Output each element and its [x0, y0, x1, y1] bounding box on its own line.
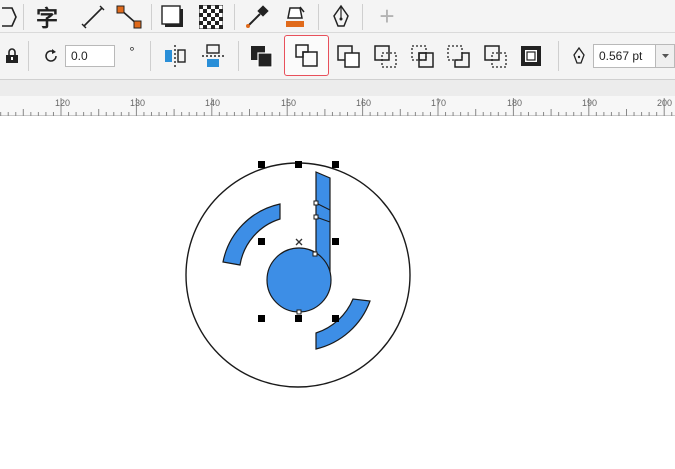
drop-shadow-icon: [161, 5, 183, 27]
connector-tool-button[interactable]: [113, 3, 145, 31]
checkerboard-icon: [199, 5, 223, 29]
weld-icon: [251, 46, 273, 68]
back-minus-front-button[interactable]: [443, 41, 475, 73]
toolbar-divider: [362, 4, 363, 30]
ruler-label: 150: [281, 98, 297, 108]
toolbar-divider: [234, 4, 235, 30]
ruler-label: 170: [431, 98, 447, 108]
boundary-icon: [484, 45, 507, 68]
toolbar-divider: [238, 41, 239, 71]
weld-button[interactable]: [245, 41, 279, 73]
intersect-button[interactable]: [333, 41, 365, 73]
workspace-gap: [0, 80, 675, 96]
drawing-canvas[interactable]: [0, 116, 675, 464]
note-head-circle[interactable]: [266, 247, 332, 313]
outline-boundary-icon: [521, 46, 541, 66]
path-node[interactable]: [312, 251, 318, 257]
selection-handle-bottom[interactable]: [295, 315, 302, 322]
path-node[interactable]: [296, 309, 302, 315]
ruler-label: 120: [55, 98, 71, 108]
connector-icon: [116, 5, 142, 29]
front-minus-back-icon: [411, 45, 434, 68]
mirror-vertical-icon: [202, 44, 224, 67]
toolbar-divider: [23, 4, 24, 30]
pen-nib-icon: [573, 47, 585, 64]
ruler-label: 200: [657, 98, 673, 108]
ruler-label: 130: [130, 98, 146, 108]
trim-button[interactable]: [284, 35, 329, 76]
degree-label: °: [129, 43, 135, 59]
selection-handle-top-right[interactable]: [332, 161, 339, 168]
outline-boundary-button[interactable]: [516, 41, 548, 73]
simplify-button[interactable]: [370, 41, 402, 73]
outline-width-input[interactable]: 0.567 pt: [593, 44, 656, 68]
path-node[interactable]: [313, 200, 319, 206]
toolbar-divider: [151, 4, 152, 30]
mirror-horizontal-button[interactable]: [160, 42, 190, 70]
polygon-icon: [2, 7, 17, 27]
drawing-svg[interactable]: [0, 116, 675, 464]
polygon-tool-button[interactable]: [0, 4, 18, 30]
selection-handle-bottom-right[interactable]: [332, 315, 339, 322]
ruler-ticks: [0, 98, 673, 116]
ruler-label: 140: [205, 98, 221, 108]
text-tool-button[interactable]: 字: [31, 3, 63, 31]
intersect-icon: [337, 45, 360, 68]
mirror-vertical-button[interactable]: [198, 42, 228, 70]
toolbar-divider: [150, 41, 151, 71]
ruler-label: 180: [507, 98, 523, 108]
toolbox-toolbar: 字 +: [0, 0, 675, 33]
selection-handle-right[interactable]: [332, 238, 339, 245]
selection-handle-left[interactable]: [258, 238, 265, 245]
outline-width-icon-wrap: [570, 45, 588, 67]
property-bar: 0.0 ° 0.567 pt: [0, 33, 675, 80]
toolbar-divider: [318, 4, 319, 30]
outline-pen-tool-button[interactable]: [325, 3, 357, 31]
pen-nib-icon: [333, 4, 349, 27]
create-boundary-button[interactable]: [480, 41, 512, 73]
eyedropper-icon: [246, 5, 269, 28]
selection-handle-top-left[interactable]: [258, 161, 265, 168]
transparency-tool-button[interactable]: [195, 3, 227, 31]
ruler-label: 190: [582, 98, 598, 108]
lock-ratio-button[interactable]: [2, 44, 22, 68]
dimension-line-icon: [81, 5, 105, 29]
selection-handle-bottom-left[interactable]: [258, 315, 265, 322]
toolbar-divider: [28, 41, 29, 71]
paint-bucket-icon: [286, 6, 305, 27]
chevron-down-icon: [662, 54, 669, 58]
selection-handle-top[interactable]: [295, 161, 302, 168]
drop-shadow-tool-button[interactable]: [157, 3, 189, 31]
simplify-icon: [374, 45, 397, 68]
rotation-angle-input[interactable]: 0.0: [65, 45, 115, 67]
back-minus-front-icon: [447, 45, 470, 68]
trim-icon: [294, 43, 318, 67]
mirror-horizontal-icon: [165, 45, 186, 67]
horizontal-ruler: 120 130 140 150 160 170 180 190 200: [0, 96, 675, 116]
front-minus-back-button[interactable]: [407, 41, 439, 73]
interactive-fill-tool-button[interactable]: [279, 3, 311, 31]
path-node[interactable]: [313, 214, 319, 220]
lock-icon: [6, 48, 18, 63]
add-tool-button[interactable]: +: [372, 1, 402, 31]
line-tool-button[interactable]: [79, 3, 107, 31]
eyedropper-tool-button[interactable]: [241, 3, 273, 31]
toolbar-divider: [558, 41, 559, 71]
rotation-angle-icon-wrap: [40, 45, 62, 67]
ruler-label: 160: [356, 98, 372, 108]
outline-width-dropdown[interactable]: [656, 44, 675, 68]
rotate-icon: [45, 49, 57, 62]
